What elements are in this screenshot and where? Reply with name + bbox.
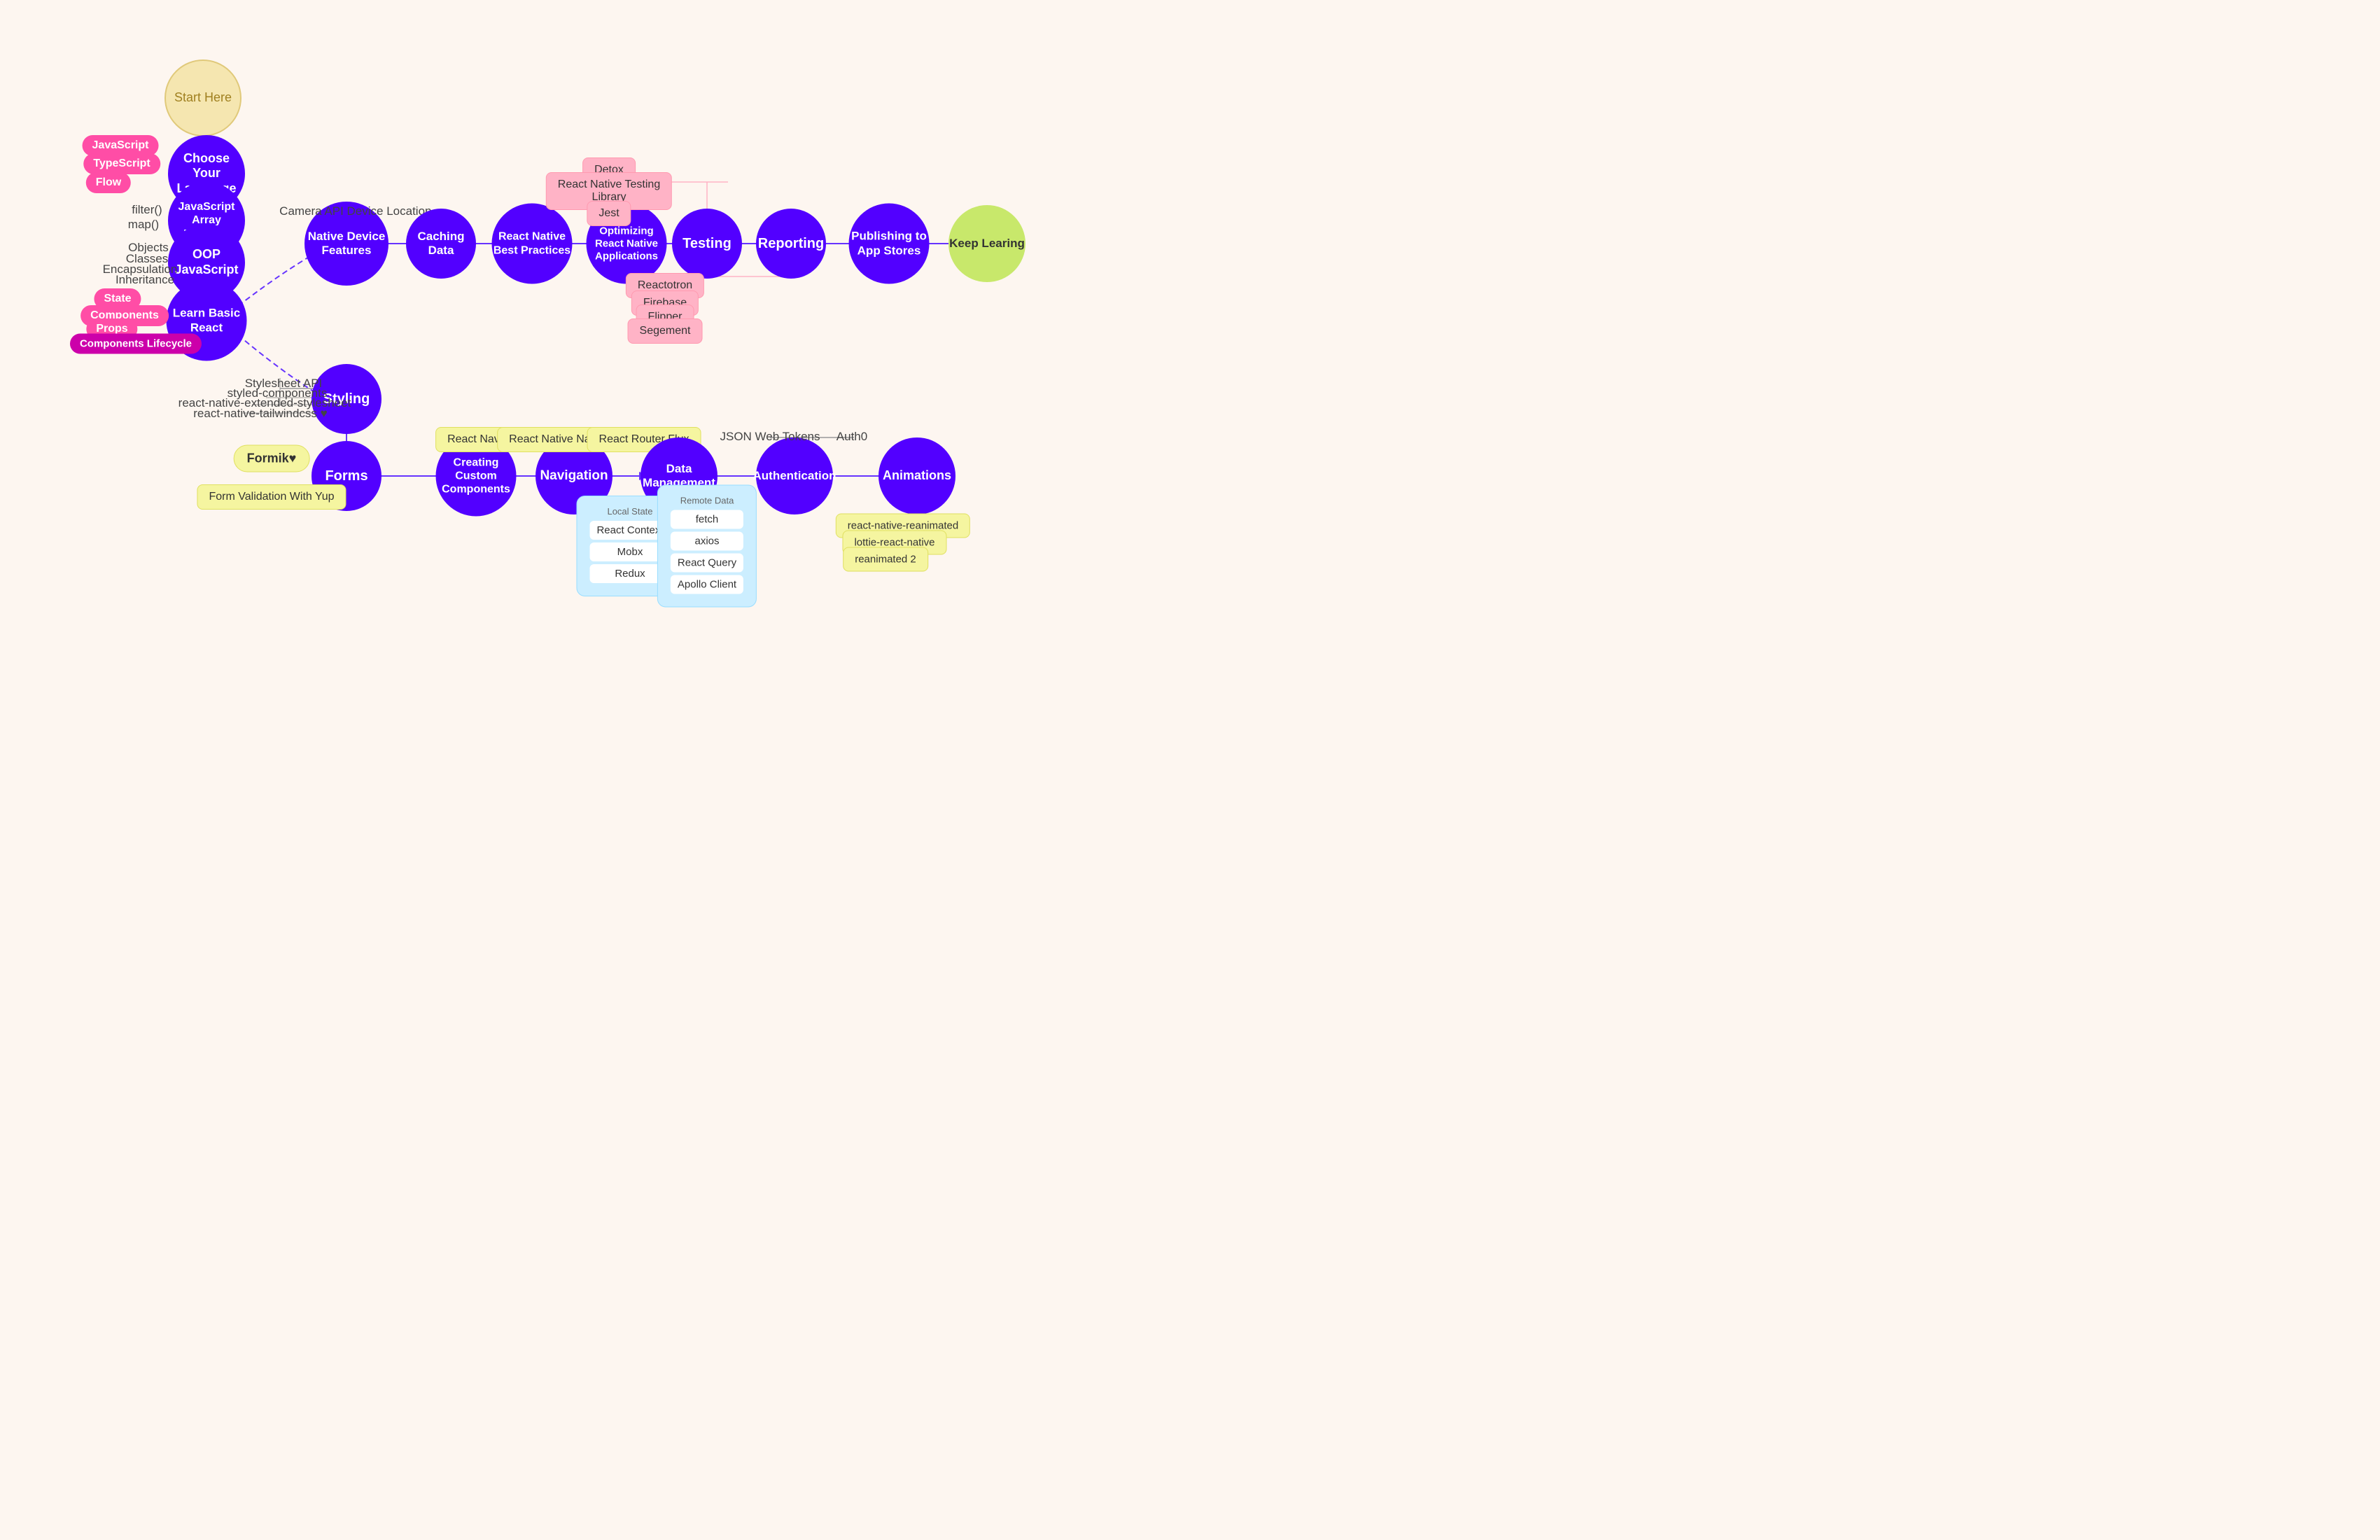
label-auth0: Auth0 (836, 430, 867, 444)
caching-data-node[interactable]: Caching Data (406, 209, 476, 279)
authentication-node[interactable]: Authentication (756, 438, 833, 514)
testing-node[interactable]: Testing (672, 209, 742, 279)
item-apollo-client[interactable]: Apollo Client (671, 575, 743, 594)
tag-form-validation[interactable]: Form Validation With Yup (197, 484, 346, 510)
tag-formik[interactable]: Formik♥ (234, 445, 310, 472)
label-map: map() (128, 218, 159, 232)
tag-flow[interactable]: Flow (86, 172, 131, 193)
label-json-web-tokens: JSON Web Tokens (720, 430, 820, 444)
keep-learning-node[interactable]: Keep Learing (948, 205, 1026, 282)
canvas: Start Here Choose YourLanguage JavaScrip… (0, 0, 2380, 1540)
react-native-best-practices-node[interactable]: React NativeBest Practices (492, 204, 573, 284)
tag-segement[interactable]: Segement (628, 318, 703, 344)
label-camera-api: Camera API (279, 204, 344, 218)
remote-data-group: Remote Data fetch axios React Query Apol… (657, 485, 757, 608)
reporting-node[interactable]: Reporting (756, 209, 826, 279)
item-axios[interactable]: axios (671, 532, 743, 551)
label-inheritance: Inheritance (115, 273, 174, 287)
start-node: Start Here (164, 59, 241, 136)
tag-jest[interactable]: Jest (587, 201, 631, 226)
remote-data-title: Remote Data (671, 496, 743, 506)
animations-node[interactable]: Animations (878, 438, 955, 514)
tag-reanimated2[interactable]: reanimated 2 (843, 547, 928, 572)
tag-typescript[interactable]: TypeScript (83, 153, 160, 174)
item-fetch[interactable]: fetch (671, 510, 743, 529)
publishing-node[interactable]: Publishing toApp Stores (849, 204, 930, 284)
item-react-query[interactable]: React Query (671, 554, 743, 573)
tag-components-lifecycle[interactable]: Components Lifecycle (70, 334, 202, 354)
label-filter: filter() (132, 203, 162, 217)
start-label: Start Here (174, 90, 232, 106)
label-react-native-tailwind: react-native-tailwindcss ♥ (193, 407, 328, 421)
